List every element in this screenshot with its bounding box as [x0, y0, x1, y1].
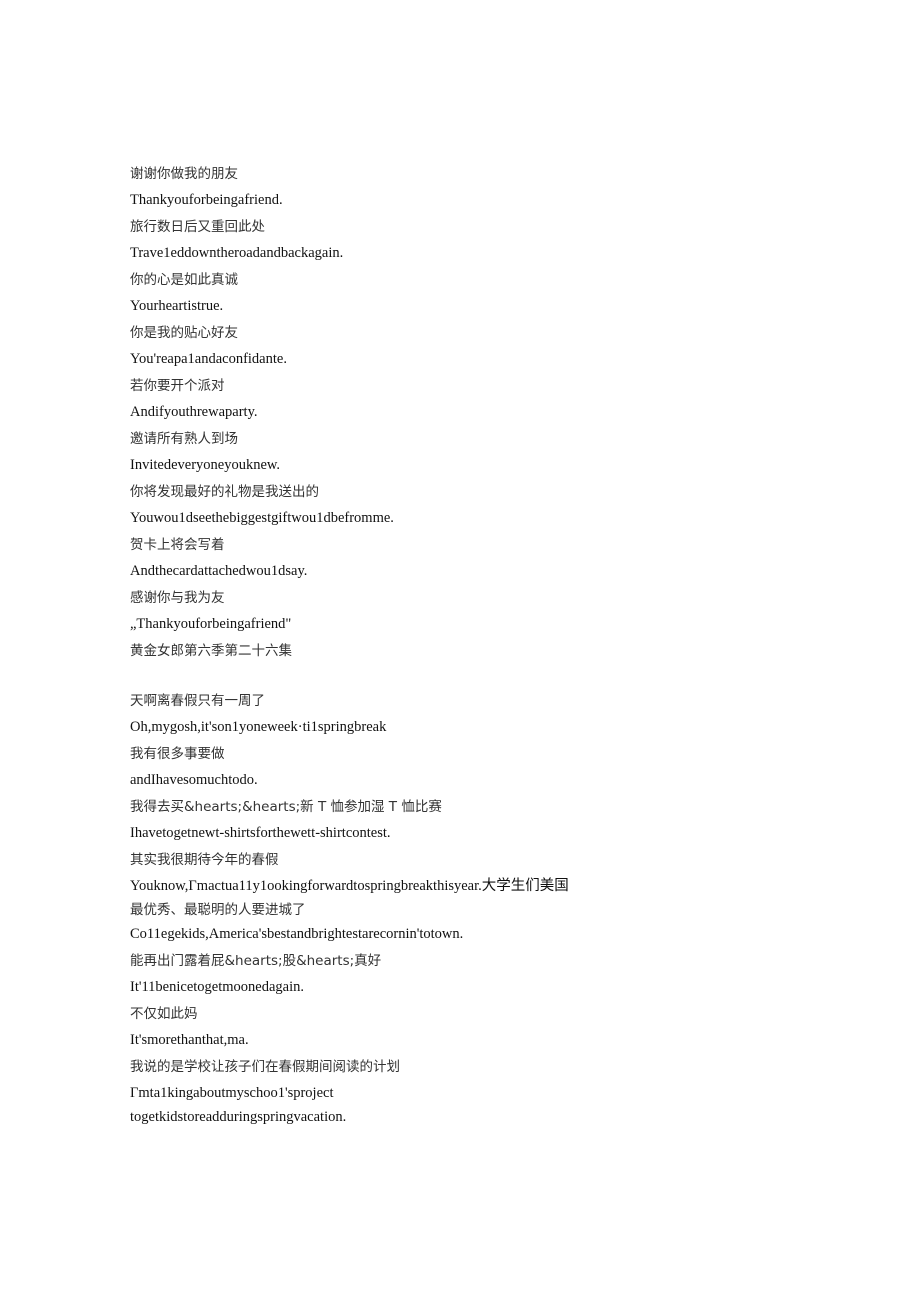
chinese-line: 你是我的贴心好友 [130, 325, 238, 341]
english-line: Andifyouthrewaparty. [130, 404, 258, 420]
chinese-line: 其实我很期待今年的春假 [130, 852, 279, 868]
english-line: Yourheartistrue. [130, 298, 224, 314]
english-line: Thankyouforbeingafriend. [130, 192, 283, 208]
episode-title: 黄金女郎第六季第二十六集 [130, 643, 292, 659]
english-line: andIhavesomuchtodo. [130, 772, 258, 788]
chinese-line: 能再出门露着屁&hearts;股&hearts;真好 [130, 953, 382, 969]
chinese-line: 我有很多事要做 [130, 746, 225, 762]
chinese-line: 天啊离春假只有一周了 [130, 693, 265, 709]
chinese-line: 贺卡上将会写着 [130, 537, 225, 553]
chinese-line: 旅行数日后又重回此处 [130, 219, 265, 235]
chinese-line: 你将发现最好的礼物是我送出的 [130, 484, 319, 500]
english-line: It'11benicetogetmoonedagain. [130, 979, 304, 995]
chinese-line: 感谢你与我为友 [130, 590, 225, 606]
english-line: Youwou1dseethebiggestgiftwou1dbefromme. [130, 510, 394, 526]
english-line: Trave1eddowntheroadandbackagain. [130, 245, 344, 261]
english-line: Ihavetogetnewt-shirtsforthewett-shirtcon… [130, 825, 391, 841]
chinese-line: 若你要开个派对 [130, 378, 225, 394]
english-line: Co11egekids,America'sbestandbrightestare… [130, 926, 464, 942]
chinese-line: 最优秀、最聪明的人要进城了 [130, 902, 306, 918]
english-line: Andthecardattachedwou1dsay. [130, 563, 308, 579]
english-line: It'smorethanthat,ma. [130, 1032, 249, 1048]
chinese-line: 我得去买&hearts;&hearts;新 T 恤参加湿 T 恤比赛 [130, 799, 442, 815]
english-line: Oh,mygosh,it'son1yoneweek·ti1springbreak [130, 719, 387, 735]
chinese-line: 你的心是如此真诚 [130, 272, 238, 288]
english-line: Invitedeveryoneyouknew. [130, 457, 281, 473]
english-line: Γmta1kingaboutmyschoo1'sproject [130, 1085, 334, 1101]
dialogue-section: 天啊离春假只有一周了 Oh,mygosh,it'son1yoneweek·ti1… [130, 687, 830, 1129]
chinese-line: 邀请所有熟人到场 [130, 431, 238, 447]
chinese-line: 不仅如此妈 [130, 1006, 198, 1022]
english-line: You'reapa1andaconfidante. [130, 351, 287, 367]
document-page: 谢谢你做我的朋友 Thankyouforbeingafriend. 旅行数日后又… [130, 160, 830, 1129]
english-line: „Thankyouforbeingafriend" [130, 616, 292, 632]
chinese-line: 我说的是学校让孩子们在春假期间阅读的计划 [130, 1059, 400, 1075]
lyrics-section: 谢谢你做我的朋友 Thankyouforbeingafriend. 旅行数日后又… [130, 160, 830, 665]
english-line: togetkidstoreadduringspringvacation. [130, 1109, 347, 1125]
english-line: Youknow,Γmactua11y1ookingforwardtospring… [130, 878, 569, 894]
chinese-line: 谢谢你做我的朋友 [130, 166, 238, 182]
